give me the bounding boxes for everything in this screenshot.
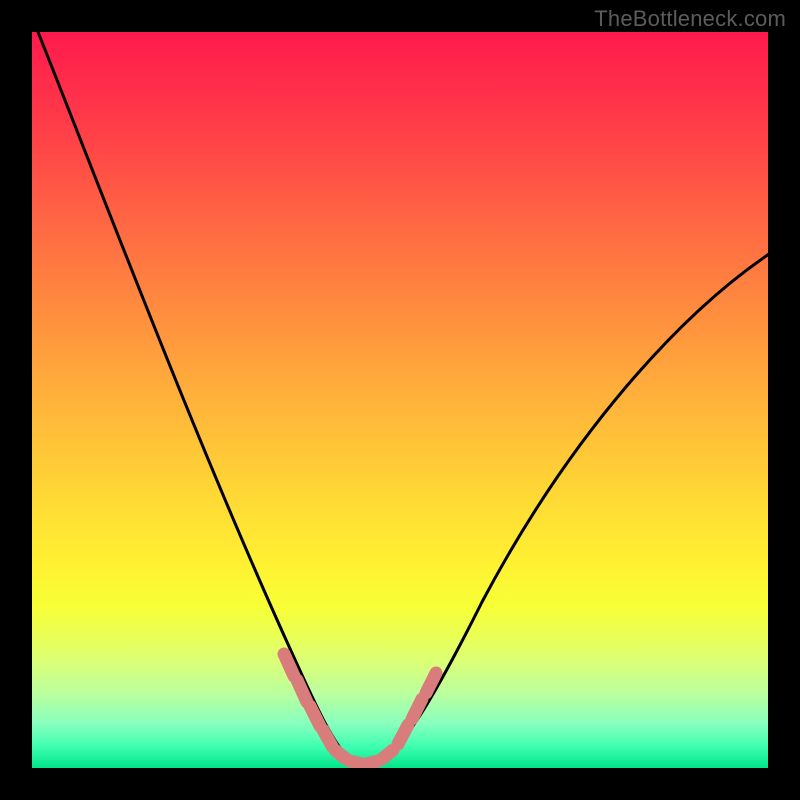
marker-left-4 [323, 730, 332, 746]
curve-layer [32, 32, 768, 768]
marker-left-3 [310, 706, 320, 726]
marker-right-3 [426, 673, 436, 693]
marker-bottom-4 [382, 750, 393, 759]
watermark-text: TheBottleneck.com [594, 6, 786, 32]
marker-bottom-1 [335, 750, 346, 759]
chart-frame: TheBottleneck.com [0, 0, 800, 800]
marker-left-1 [284, 654, 294, 676]
marker-group [284, 654, 436, 764]
marker-right-2 [412, 699, 422, 719]
plot-area [32, 32, 768, 768]
marker-left-2 [297, 680, 307, 702]
marker-right-1 [398, 725, 408, 744]
bottleneck-curve [34, 32, 768, 766]
